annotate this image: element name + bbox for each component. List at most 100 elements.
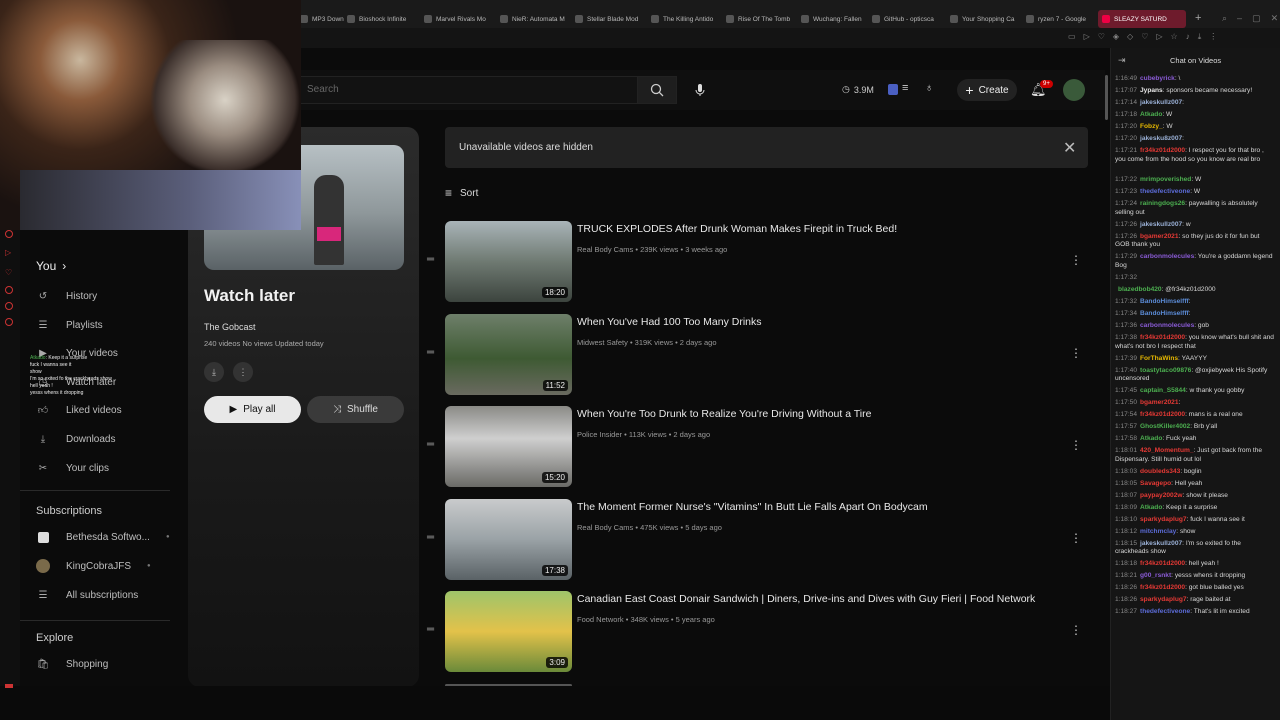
video-channel[interactable]: Midwest Safety [577,338,628,347]
chat-username[interactable]: Jypans [1140,87,1163,94]
new-tab-button[interactable]: + [1195,12,1201,24]
browser-tab[interactable]: Rise Of The Tomb [726,10,796,28]
record-icon[interactable] [5,230,13,238]
drag-handle-icon[interactable]: ═ [427,254,439,265]
avatar[interactable] [1063,79,1085,101]
sidebar-item-downloads[interactable]: ⤓ Downloads [36,432,116,446]
play-icon[interactable]: ▷ [1156,32,1162,42]
video-menu-button[interactable]: ⋮ [1070,438,1082,452]
play-all-button[interactable]: ▶ Play all [204,396,301,423]
chat-username[interactable]: GhostKiller4002 [1140,423,1190,430]
menu-icon[interactable]: ⋮ [1209,32,1217,42]
video-menu-button[interactable]: ⋮ [1070,346,1082,360]
window-controls[interactable]: ⌕ – ▢ ✕ [1222,13,1278,24]
chat-username[interactable]: sparkydaplug7 [1140,596,1187,603]
chat-username[interactable]: rainingdogs26 [1140,200,1185,207]
create-button[interactable]: + Create [957,79,1017,101]
chat-username[interactable]: mitchmclay [1140,528,1176,535]
more-button[interactable]: ⋮ [233,362,253,382]
browser-tab[interactable]: Marvel Rivals Mo [424,10,494,28]
video-channel[interactable]: Food Network [577,615,624,624]
browser-tab[interactable]: ryzen 7 - Google [1026,10,1094,28]
chat-username[interactable]: captain_S5844 [1140,387,1186,394]
close-window-icon[interactable]: ✕ [1271,13,1279,24]
chat-username[interactable]: BandoHimselfff [1140,310,1189,317]
heart-icon[interactable]: ♡ [1098,32,1105,42]
play-icon[interactable]: ▷ [1084,32,1090,42]
record-icon[interactable] [5,286,13,294]
chat-username[interactable]: doubleds343 [1140,468,1180,475]
video-menu-button[interactable]: ⋮ [1070,531,1082,545]
sidebar-item-your-clips[interactable]: ✂ Your clips [36,461,109,475]
video-title[interactable]: When You've Had 100 Too Many Drinks [577,316,762,328]
chat-username[interactable]: paypay2002w [1140,492,1183,499]
chat-username[interactable]: Atkado [1140,504,1162,511]
video-title[interactable]: The Moment Former Nurse's "Vitamins" In … [577,501,928,513]
browser-tab[interactable]: Wuchang: Fallen [801,10,867,28]
chat-username[interactable]: 420_Momentum_ [1140,447,1194,454]
chat-username[interactable]: Savagepo [1140,480,1171,487]
browser-tab[interactable]: MP3 Downlo [300,10,344,28]
maximize-icon[interactable]: ▢ [1252,13,1261,24]
bookmark-icon[interactable]: ▭ [1068,32,1076,42]
video-thumbnail[interactable]: 18:20 [445,221,572,302]
chat-username[interactable]: Atkado [1140,111,1162,118]
chat-username[interactable]: ForThaWins [1140,355,1178,362]
chat-username[interactable]: mrimpoverished [1140,176,1191,183]
music-icon[interactable]: ♪ [1186,32,1190,42]
video-thumbnail[interactable]: 17:38 [445,499,572,580]
voice-search-button[interactable] [688,78,712,102]
chat-username[interactable]: fr34kz01d2000 [1140,334,1185,341]
chat-username[interactable]: fr34kz01d2000 [1140,584,1185,591]
chat-username[interactable]: sparkydaplug7 [1140,516,1187,523]
chat-username[interactable]: fr34kz01d2000 [1140,147,1185,154]
settings-icon[interactable] [5,302,13,310]
download-icon[interactable]: ⤓ [1198,32,1202,42]
browser-tab[interactable]: Stellar Blade Mod [575,10,645,28]
shuffle-button[interactable]: ⤨ Shuffle [307,396,404,423]
sidebar-item-playlists[interactable]: ☰ Playlists [36,318,103,332]
drag-handle-icon[interactable]: ═ [427,347,439,358]
gear-icon[interactable] [5,318,13,326]
trophy-icon[interactable]: ♁ [925,82,933,94]
chat-username[interactable]: Fobzy_ [1140,123,1163,130]
views-counter[interactable]: ◷ 3.9M [842,84,874,95]
chat-username[interactable]: carbonmolecules [1140,322,1194,329]
sidebar-item-history[interactable]: ↺ History [36,289,97,303]
video-menu-button[interactable]: ⋮ [1070,623,1082,637]
chat-username[interactable]: thedefectiveone [1140,608,1190,615]
explore-shopping[interactable]: 🛍︎ Shopping [36,657,109,671]
extension-icon[interactable]: ◇ [1127,32,1133,42]
sidebar-you[interactable]: You › [36,259,66,273]
subscription-kingcobrajfs[interactable]: KingCobraJFS ● [36,559,151,573]
search-tabs-icon[interactable]: ⌕ [1222,13,1227,24]
chat-username[interactable]: jakeskullz007 [1140,221,1182,228]
browser-tab[interactable]: The Killing Antido [651,10,721,28]
all-subscriptions[interactable]: ☰ All subscriptions [36,588,139,602]
browser-tab[interactable]: GitHub - opticsca [872,10,946,28]
video-channel[interactable]: Real Body Cams [577,523,633,532]
heart-icon[interactable]: ♡ [5,268,12,277]
browser-tab[interactable]: Your Shopping Ca [950,10,1022,28]
chat-username[interactable]: cubebyrick [1140,75,1175,82]
video-thumbnail[interactable]: 15:20 [445,406,572,487]
sort-button[interactable]: ≡ Sort [445,186,478,200]
video-menu-button[interactable]: ⋮ [1070,253,1082,267]
extension-icon[interactable] [888,84,898,95]
video-title[interactable]: When You're Too Drunk to Realize You're … [577,408,871,420]
scrollbar[interactable] [1105,75,1108,120]
play-icon[interactable]: ▷ [5,248,11,257]
drag-handle-icon[interactable]: ═ [427,532,439,543]
video-thumbnail[interactable]: 3:09 [445,591,572,672]
drag-handle-icon[interactable]: ═ [427,624,439,635]
chat-username[interactable]: BandoHimselfff [1140,298,1189,305]
close-notice-button[interactable]: ✕ [1063,138,1076,158]
chat-username[interactable]: bgamer2021 [1140,233,1179,240]
download-playlist-button[interactable]: ⤓ [204,362,224,382]
video-title[interactable]: TRUCK EXPLODES After Drunk Woman Makes F… [577,223,897,235]
shield-icon[interactable]: ◈ [1113,32,1119,42]
chat-username[interactable]: blazedbob420 [1118,286,1162,293]
list-icon[interactable]: ≡ [902,82,908,94]
chat-username[interactable]: jakesku8z007 [1140,135,1182,142]
star-icon[interactable]: ☆ [1171,32,1178,42]
